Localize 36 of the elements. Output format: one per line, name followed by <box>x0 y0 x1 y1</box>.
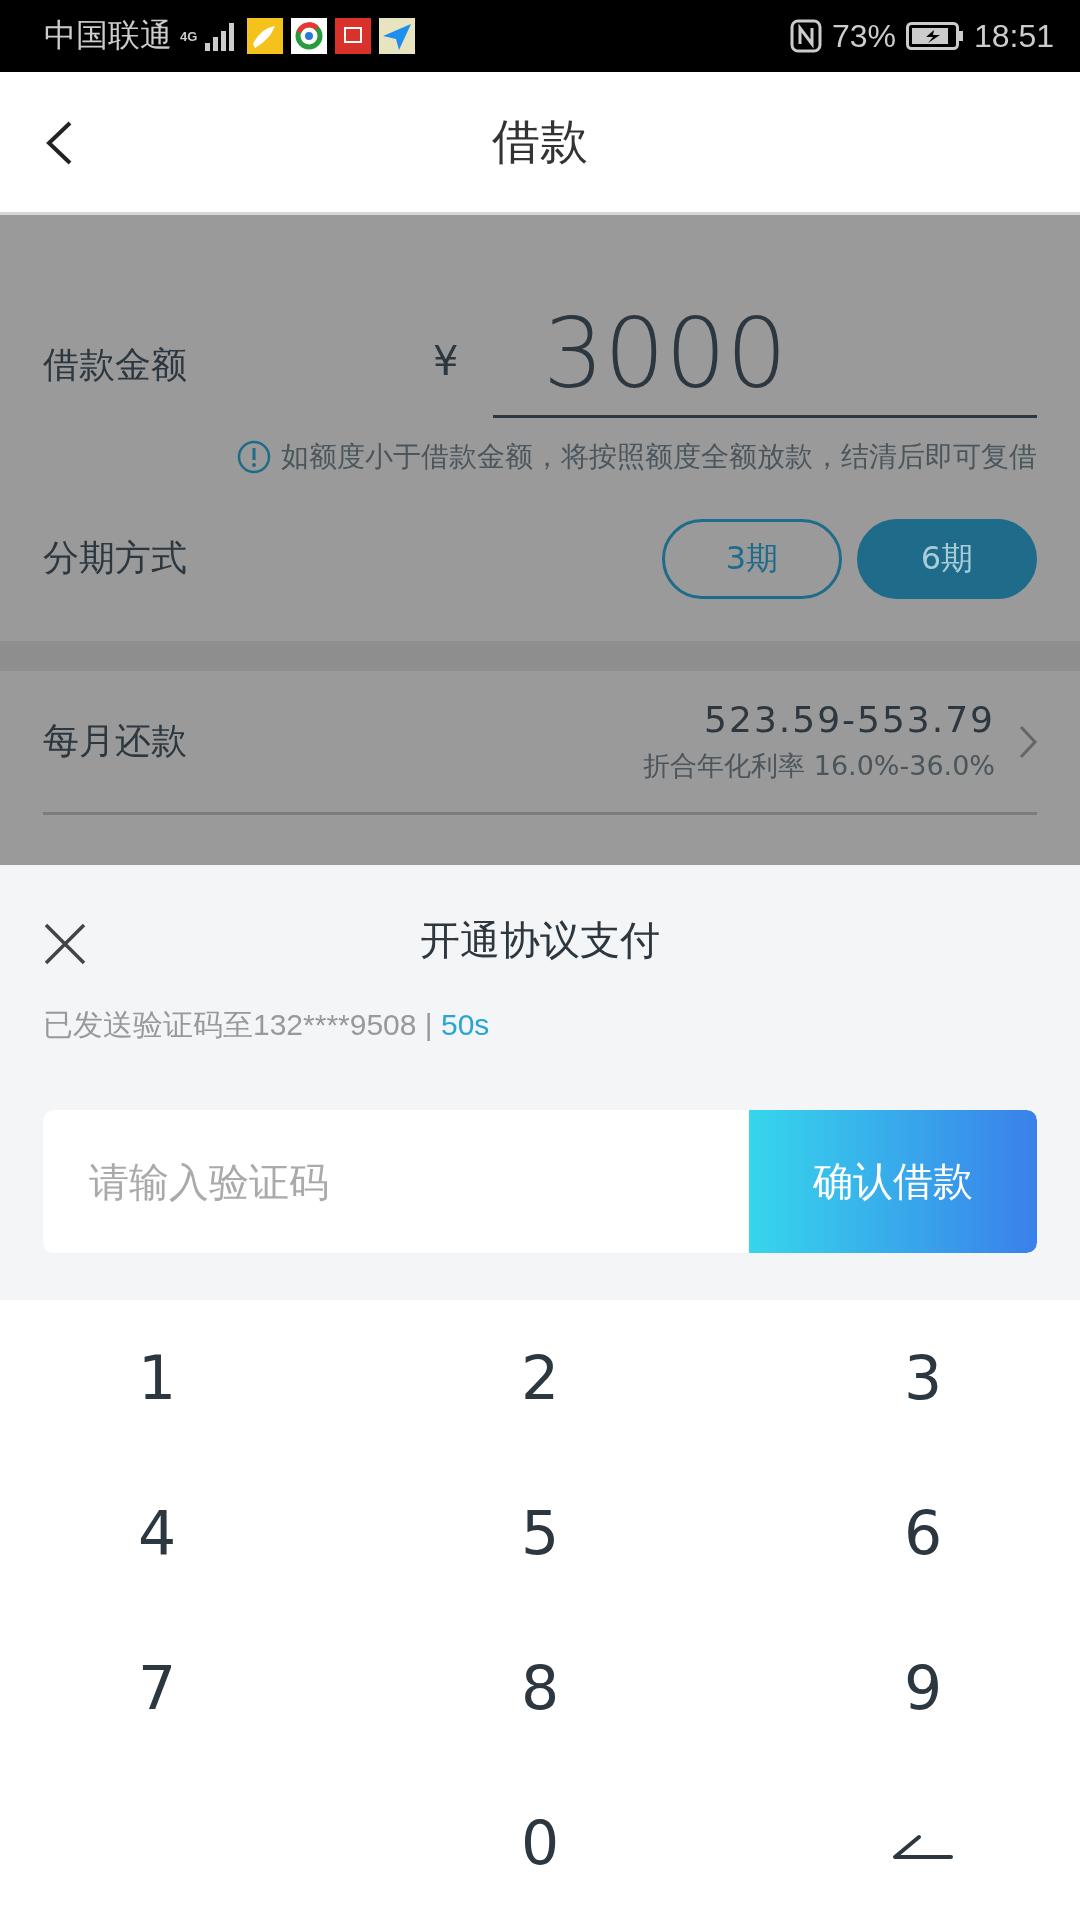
sheet-title: 开通协议支付 <box>420 915 660 965</box>
digit-key[interactable]: 3 <box>873 1342 973 1413</box>
digit-key[interactable]: 8 <box>490 1652 590 1723</box>
network-type: 4G <box>180 29 198 43</box>
clock-time: 18:51 <box>973 17 1054 55</box>
installment-option[interactable]: 6期 <box>857 518 1037 599</box>
amount-field[interactable]: 3000 <box>493 304 1037 418</box>
carrier-name: 中国联通 <box>44 16 172 55</box>
app-icon <box>379 18 416 54</box>
digit-key[interactable]: 5 <box>490 1497 590 1568</box>
digit-key[interactable]: 0 <box>490 1807 590 1878</box>
interest-rate: 折合年化利率 16.0%-36.0% <box>643 749 995 783</box>
digit-key[interactable]: 2 <box>490 1342 590 1413</box>
digit-key[interactable]: 1 <box>107 1342 207 1413</box>
app-icon <box>247 18 284 54</box>
countdown-timer: 50s <box>440 1008 490 1041</box>
amount-label: 借款金额 <box>43 343 188 387</box>
nfc-icon <box>789 19 822 53</box>
app-icon <box>291 18 328 54</box>
monthly-amount: 523.59-553.79 <box>704 699 995 740</box>
info-icon <box>237 440 271 474</box>
battery-charging-icon <box>905 22 964 50</box>
digit-key[interactable]: 4 <box>107 1497 207 1568</box>
hint-text: 如额度小于借款金额，将按照额度全额放款，结清后即可复借 <box>281 439 1037 475</box>
code-sent-text: 已发送验证码至132****9508 | <box>43 1008 434 1041</box>
code-input-field[interactable]: 请输入验证码 <box>43 1110 749 1253</box>
digit-key[interactable]: 9 <box>873 1652 973 1723</box>
app-icon <box>335 18 372 54</box>
chevron-right-icon <box>1019 724 1037 759</box>
page-title: 借款 <box>492 112 588 171</box>
installment-label: 分期方式 <box>43 536 188 580</box>
digit-key[interactable]: 7 <box>107 1652 207 1723</box>
monthly-label: 每月还款 <box>43 719 188 763</box>
battery-percent: 73% <box>831 17 896 55</box>
digit-key[interactable]: 6 <box>873 1497 973 1568</box>
currency-symbol: ¥ <box>433 338 460 386</box>
